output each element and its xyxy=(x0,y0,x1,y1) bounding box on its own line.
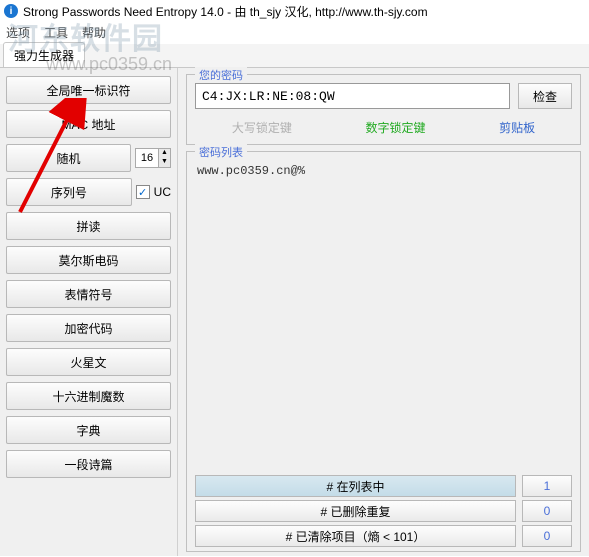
uc-label: UC xyxy=(154,185,171,199)
numlock-status: 数字锁定键 xyxy=(365,119,425,136)
sidebar: 全局唯一标识符 MAC 地址 随机 16 ▲▼ 序列号 ✓ UC 拼读 莫尔斯电… xyxy=(0,68,178,556)
btn-serial[interactable]: 序列号 xyxy=(6,178,132,206)
status-dup-count: 0 xyxy=(522,500,572,522)
window-title: Strong Passwords Need Entropy 14.0 - 由 t… xyxy=(23,3,428,20)
btn-random[interactable]: 随机 xyxy=(6,144,131,172)
status-cleared-count: 0 xyxy=(522,525,572,547)
password-list-fieldset: 密码列表 www.pc0359.cn@% # 在列表中 1 # 已删除重复 0 … xyxy=(186,151,581,552)
list-content[interactable]: www.pc0359.cn@% xyxy=(195,162,572,472)
status-dup[interactable]: # 已删除重复 xyxy=(195,500,516,522)
spinner-down-icon[interactable]: ▼ xyxy=(158,158,170,167)
password-fieldset: 您的密码 检查 大写锁定键 数字锁定键 剪贴板 xyxy=(186,74,581,145)
menu-help[interactable]: 帮助 xyxy=(82,24,106,42)
status-in-list[interactable]: # 在列表中 xyxy=(195,475,516,497)
status-in-list-count: 1 xyxy=(522,475,572,497)
btn-pinyin[interactable]: 拼读 xyxy=(6,212,171,240)
capslock-status: 大写锁定键 xyxy=(232,119,292,136)
btn-mars[interactable]: 火星文 xyxy=(6,348,171,376)
list-legend: 密码列表 xyxy=(195,144,247,160)
random-length-spinner[interactable]: 16 ▲▼ xyxy=(135,148,171,168)
btn-mac[interactable]: MAC 地址 xyxy=(6,110,171,138)
btn-poem[interactable]: 一段诗篇 xyxy=(6,450,171,478)
content-area: 您的密码 检查 大写锁定键 数字锁定键 剪贴板 密码列表 www.pc0359.… xyxy=(178,68,589,556)
clipboard-status: 剪贴板 xyxy=(499,119,535,136)
btn-dict[interactable]: 字典 xyxy=(6,416,171,444)
spinner-up-icon[interactable]: ▲ xyxy=(158,149,170,158)
menu-options[interactable]: 选项 xyxy=(6,24,30,42)
btn-hex[interactable]: 十六进制魔数 xyxy=(6,382,171,410)
check-button[interactable]: 检查 xyxy=(518,83,572,109)
tabstrip: 强力生成器 xyxy=(0,44,589,68)
uc-checkbox[interactable]: ✓ xyxy=(136,185,150,199)
menubar: 选项 工具 帮助 xyxy=(0,22,589,44)
btn-encrypt[interactable]: 加密代码 xyxy=(6,314,171,342)
status-cleared[interactable]: # 已清除项目（熵 < 101） xyxy=(195,525,516,547)
titlebar: i Strong Passwords Need Entropy 14.0 - 由… xyxy=(0,0,589,22)
spinner-value: 16 xyxy=(136,152,158,164)
btn-morse[interactable]: 莫尔斯电码 xyxy=(6,246,171,274)
btn-guid[interactable]: 全局唯一标识符 xyxy=(6,76,171,104)
app-icon: i xyxy=(4,4,18,18)
password-input[interactable] xyxy=(195,83,510,109)
tab-generator[interactable]: 强力生成器 xyxy=(3,42,85,67)
password-legend: 您的密码 xyxy=(195,67,247,83)
btn-emoji[interactable]: 表情符号 xyxy=(6,280,171,308)
menu-tools[interactable]: 工具 xyxy=(44,24,68,42)
